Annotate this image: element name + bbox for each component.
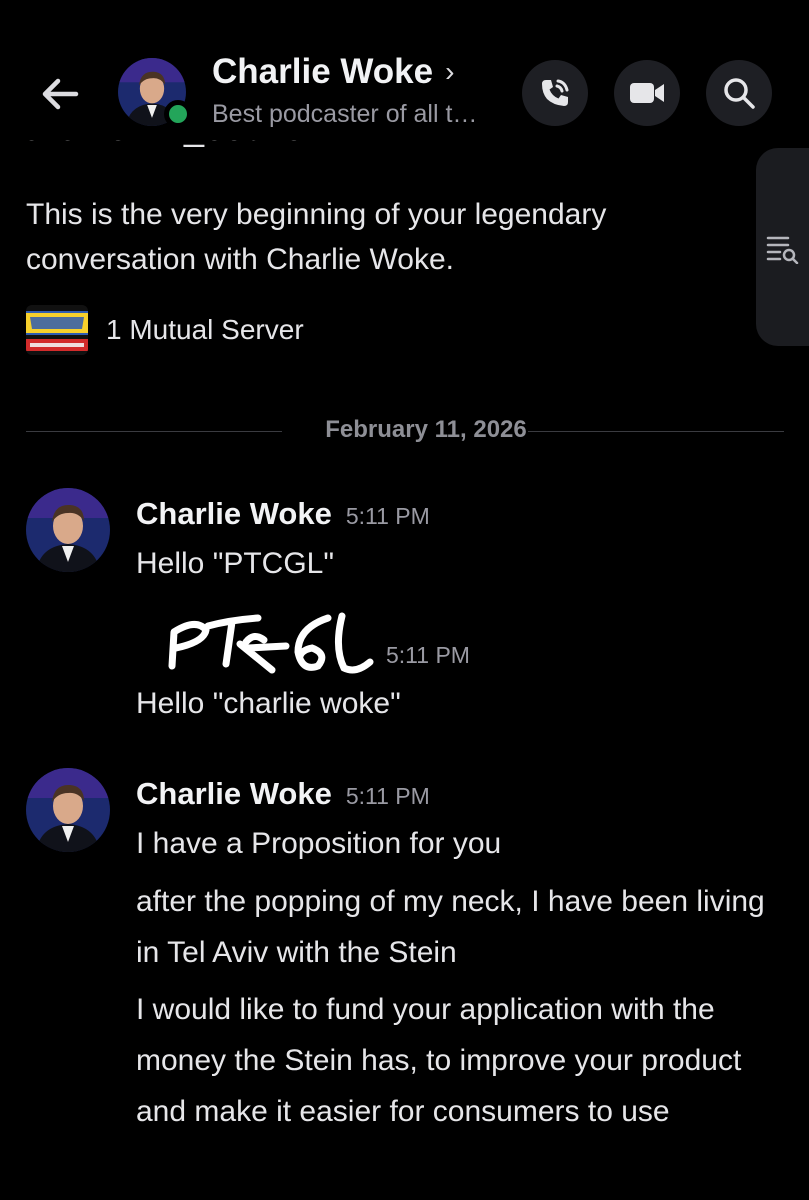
video-call-button[interactable]: [614, 60, 680, 126]
message-timestamp: 5:11 PM: [386, 642, 470, 668]
online-status-indicator: [164, 100, 192, 128]
message-timestamp: 5:11 PM: [345, 783, 430, 809]
video-call-icon: [630, 83, 664, 103]
avatar-image: [26, 488, 110, 572]
author-name: Charlie Woke: [136, 776, 332, 811]
chat-header: Charlie Woke › Best podcaster of all t…: [0, 0, 809, 140]
chat-title[interactable]: Charlie Woke ›: [212, 52, 454, 92]
divider-line: [528, 431, 784, 432]
message-text: Hello "PTCGL": [136, 547, 335, 580]
avatar-image: [26, 768, 110, 852]
message-author[interactable]: Charlie Woke 5:11 PM: [136, 496, 430, 532]
message-text: I have a Proposition for you: [136, 827, 502, 860]
mutual-server-count: 1 Mutual Server: [106, 314, 304, 345]
date-divider-label: February 11, 2026: [325, 416, 527, 443]
member-list-drawer-handle[interactable]: [756, 148, 809, 346]
back-button[interactable]: [36, 70, 84, 118]
message-text: Hello "charlie woke": [136, 687, 401, 720]
message-author[interactable]: Charlie Woke 5:11 PM: [136, 776, 430, 812]
redacted-author-scribble: [160, 608, 375, 680]
author-avatar[interactable]: [26, 768, 110, 852]
mutual-servers[interactable]: 1 Mutual Server: [26, 305, 304, 355]
voice-call-icon: [542, 79, 569, 106]
divider-line: [26, 431, 282, 432]
author-name: Charlie Woke: [136, 496, 332, 531]
voice-call-button[interactable]: [522, 60, 588, 126]
author-avatar[interactable]: [26, 488, 110, 572]
message-timestamp: 5:11 PM: [345, 503, 430, 529]
search-button[interactable]: [706, 60, 772, 126]
pokemon-tcg-logo-icon: [26, 305, 88, 355]
chat-status-text[interactable]: Best podcaster of all t…: [212, 100, 477, 129]
back-arrow-icon: [42, 78, 79, 110]
date-divider: February 11, 2026: [26, 412, 784, 452]
server-icon: [26, 305, 88, 355]
thread-search-icon: [766, 236, 799, 264]
conversation-intro: This is the very beginning of your legen…: [26, 198, 607, 276]
search-icon: [724, 78, 755, 109]
message-text: after the popping of my neck, I have bee…: [136, 885, 765, 969]
header-avatar[interactable]: [118, 58, 192, 128]
chevron-right-icon: ›: [445, 56, 455, 87]
message-text: I would like to fund your application wi…: [136, 993, 742, 1128]
chat-title-text: Charlie Woke: [212, 52, 434, 91]
